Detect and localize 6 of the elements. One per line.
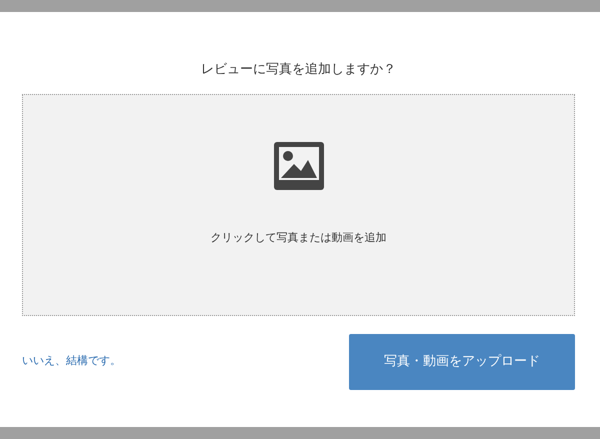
dialog-title: レビューに写真を追加しますか？ [200,61,397,79]
decline-link[interactable]: いいえ、結構です。 [22,353,121,370]
upload-button[interactable]: 写真・動画をアップロード [349,334,575,390]
dropzone-label: クリックして写真または動画を追加 [210,230,386,246]
upload-dropzone[interactable]: クリックして写真または動画を追加 [22,94,575,316]
image-icon [274,142,324,190]
